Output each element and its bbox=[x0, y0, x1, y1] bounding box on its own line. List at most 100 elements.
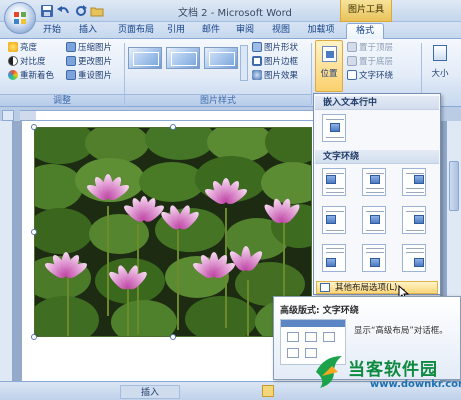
wrap-position-bottom-center[interactable] bbox=[362, 244, 386, 272]
leaf bbox=[145, 128, 215, 160]
layout-options-icon bbox=[320, 283, 330, 292]
picture-style-thumb[interactable] bbox=[128, 47, 162, 69]
resize-handle[interactable] bbox=[170, 124, 176, 130]
send-to-back-button[interactable]: 置于底层 bbox=[347, 56, 393, 69]
lily-flower bbox=[202, 178, 250, 210]
brightness-label: 亮度 bbox=[20, 43, 38, 53]
scrollbar-thumb[interactable] bbox=[449, 161, 459, 211]
resize-handle[interactable] bbox=[31, 229, 37, 235]
compress-icon bbox=[66, 42, 76, 52]
more-layout-options-label: 其他布局选项(L)... bbox=[335, 283, 406, 293]
tab-format[interactable]: 格式 bbox=[346, 23, 384, 39]
group-label-adjust: 调整 bbox=[0, 94, 124, 106]
compress-pictures-button[interactable]: 压缩图片 bbox=[66, 42, 112, 55]
bring-to-front-button[interactable]: 置于顶层 bbox=[347, 42, 393, 55]
insert-mode-indicator[interactable]: 插入 bbox=[120, 385, 180, 399]
reset-picture-button[interactable]: 重设图片 bbox=[66, 70, 112, 83]
inline-position-option[interactable] bbox=[322, 114, 346, 142]
picture-style-thumb[interactable] bbox=[204, 47, 238, 69]
tab-references[interactable]: 引用 bbox=[163, 23, 189, 39]
brightness-button[interactable]: 亮度 bbox=[8, 42, 37, 55]
compress-label: 压缩图片 bbox=[78, 43, 113, 53]
picture-shape-button[interactable]: 图片形状 bbox=[252, 42, 298, 55]
resize-handle[interactable] bbox=[31, 334, 37, 340]
contrast-label: 对比度 bbox=[20, 57, 46, 67]
size-label: 大小 bbox=[431, 69, 449, 79]
wrap-position-bottom-left[interactable] bbox=[322, 244, 346, 272]
tab-add-ins[interactable]: 加载项 bbox=[302, 23, 340, 39]
wrap-position-middle-left[interactable] bbox=[322, 206, 346, 234]
office-logo-icon bbox=[14, 12, 26, 24]
contrast-button[interactable]: 对比度 bbox=[8, 56, 46, 69]
print-layout-view-icon[interactable] bbox=[262, 385, 274, 397]
picture-border-label: 图片边框 bbox=[264, 57, 299, 67]
contrast-icon bbox=[8, 56, 18, 66]
picture-effects-icon bbox=[252, 70, 262, 80]
size-icon bbox=[433, 45, 447, 61]
tab-page-layout[interactable]: 页面布局 bbox=[110, 23, 162, 39]
tooltip-description: 显示“高级布局”对话框。 bbox=[354, 326, 448, 336]
preview-option bbox=[305, 332, 317, 342]
lily-flower bbox=[225, 246, 267, 278]
ruler-margin-left bbox=[20, 111, 36, 120]
recolor-icon bbox=[8, 70, 18, 80]
inline-section-header: 嵌入文本行中 bbox=[315, 96, 439, 110]
ribbon-tab-bar: 开始 插入 页面布局 引用 邮件 审阅 视图 加载项 格式 bbox=[0, 22, 461, 39]
tab-mailings[interactable]: 邮件 bbox=[198, 23, 224, 39]
wrap-position-top-center[interactable] bbox=[362, 168, 386, 196]
recolor-label: 重新着色 bbox=[20, 71, 55, 81]
change-picture-label: 更改图片 bbox=[78, 57, 113, 67]
position-label: 位置 bbox=[320, 69, 338, 79]
wrap-position-top-right[interactable] bbox=[402, 168, 426, 196]
wrap-position-middle-center[interactable] bbox=[362, 206, 386, 234]
picture-shape-label: 图片形状 bbox=[264, 43, 299, 53]
window-title: 文档 2 - Microsoft Word bbox=[178, 8, 292, 19]
preview-option bbox=[323, 332, 335, 342]
picture-border-icon bbox=[252, 56, 262, 66]
position-button[interactable]: 位置 bbox=[315, 40, 343, 92]
tab-review[interactable]: 审阅 bbox=[232, 23, 258, 39]
position-icon-fill bbox=[326, 51, 334, 58]
redo-icon[interactable] bbox=[74, 4, 88, 18]
site-watermark: 当客软件园 www.downkr.com bbox=[312, 352, 461, 398]
wrap-position-bottom-right[interactable] bbox=[402, 244, 426, 272]
text-wrapping-label: 文字环绕 bbox=[359, 71, 394, 81]
resize-handle[interactable] bbox=[170, 334, 176, 340]
picture-style-thumb[interactable] bbox=[166, 47, 200, 69]
save-icon[interactable] bbox=[40, 4, 54, 18]
text-wrapping-button[interactable]: 文字环绕 bbox=[347, 70, 393, 83]
bring-to-front-icon bbox=[347, 42, 357, 52]
stem bbox=[177, 230, 179, 330]
open-icon[interactable] bbox=[90, 4, 104, 18]
recolor-button[interactable]: 重新着色 bbox=[8, 70, 54, 83]
office-button[interactable] bbox=[4, 2, 36, 34]
lily-flower bbox=[158, 203, 202, 236]
wrap-position-top-left[interactable] bbox=[322, 168, 346, 196]
text-wrapping-icon bbox=[347, 70, 357, 80]
tab-selector[interactable] bbox=[2, 110, 14, 121]
send-to-back-label: 置于底层 bbox=[359, 57, 394, 67]
change-picture-button[interactable]: 更改图片 bbox=[66, 56, 112, 69]
picture-effects-button[interactable]: 图片效果 bbox=[252, 70, 298, 83]
tab-home[interactable]: 开始 bbox=[38, 23, 66, 39]
bring-to-front-label: 置于顶层 bbox=[359, 43, 394, 53]
picture-border-button[interactable]: 图片边框 bbox=[252, 56, 298, 69]
more-layout-options-item[interactable]: 其他布局选项(L)... bbox=[316, 281, 438, 294]
stem bbox=[247, 280, 249, 336]
leaf bbox=[111, 300, 177, 336]
styles-gallery-scroll[interactable] bbox=[240, 45, 248, 81]
tab-view[interactable]: 视图 bbox=[268, 23, 294, 39]
position-icon bbox=[322, 46, 337, 62]
tab-insert[interactable]: 插入 bbox=[74, 23, 102, 39]
size-button[interactable]: 大小 bbox=[425, 43, 455, 89]
resize-handle[interactable] bbox=[31, 124, 37, 130]
tooltip-title: 高级版式: 文字环绕 bbox=[280, 306, 359, 316]
watermark-site-name: 当客软件园 bbox=[348, 360, 438, 380]
position-dropdown-menu: 嵌入文本行中 文字环绕 其他布局选项(L)... bbox=[313, 93, 441, 295]
water-lily-picture[interactable] bbox=[34, 127, 312, 337]
wrap-position-middle-right[interactable] bbox=[402, 206, 426, 234]
wrap-section-header: 文字环绕 bbox=[315, 150, 439, 164]
undo-icon[interactable] bbox=[56, 4, 70, 18]
stem bbox=[107, 206, 109, 316]
vertical-ruler[interactable] bbox=[0, 121, 13, 381]
